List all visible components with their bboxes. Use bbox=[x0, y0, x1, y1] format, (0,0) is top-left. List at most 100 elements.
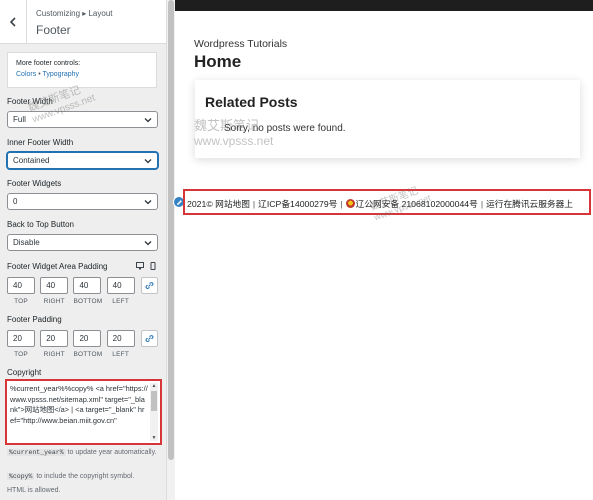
section-title: Footer bbox=[36, 23, 71, 37]
footer-padding-top-caption: TOP bbox=[14, 351, 28, 358]
footer-widgets-label: Footer Widgets bbox=[7, 179, 62, 188]
padding-bottom: 40 BOTTOM bbox=[73, 277, 103, 305]
police-badge-icon bbox=[345, 199, 355, 208]
more-controls-box: More footer controls: Colors • Typograph… bbox=[7, 52, 157, 88]
link-icon bbox=[145, 335, 154, 342]
help-code-copy: %copy% bbox=[7, 473, 35, 480]
section-header: Customizing ▸ Layout Footer bbox=[0, 0, 166, 44]
inner-footer-width-control: Inner Footer Width Contained bbox=[7, 138, 158, 169]
padding-right-input[interactable]: 40 bbox=[40, 277, 69, 294]
copyright-textarea-highlight: %current_year%%copy% <a href="https://ww… bbox=[5, 379, 162, 445]
footer-year: 2021© bbox=[187, 199, 213, 209]
textarea-scrollbar[interactable]: ▲ ▼ bbox=[150, 383, 158, 441]
help-text-current-year: to update year automatically. bbox=[65, 449, 157, 456]
padding-left-caption: LEFT bbox=[112, 298, 129, 305]
footer-copyright-highlight: 2021© 网站地图 | 辽ICP备14000279号 | 辽公网安备 21068102… bbox=[183, 189, 591, 215]
footer-padding-left-caption: LEFT bbox=[112, 351, 129, 358]
chevron-down-icon bbox=[144, 241, 152, 246]
scroll-up-icon[interactable]: ▲ bbox=[150, 383, 158, 389]
more-controls-links: Colors • Typography bbox=[16, 71, 156, 78]
footer-padding-label: Footer Padding bbox=[7, 315, 62, 324]
padding-top-input[interactable]: 40 bbox=[7, 277, 35, 294]
padding-right-caption: RIGHT bbox=[43, 298, 65, 305]
copyright-control: Copyright bbox=[7, 368, 158, 377]
back-to-top-select[interactable]: Disable bbox=[7, 234, 158, 251]
inner-footer-width-select[interactable]: Contained bbox=[7, 152, 158, 169]
footer-padding-right-input[interactable]: 20 bbox=[40, 330, 69, 347]
padding-left: 40 LEFT bbox=[106, 277, 137, 305]
help-current-year: %current_year% to update year automatica… bbox=[7, 448, 162, 458]
copyright-label: Copyright bbox=[7, 368, 42, 377]
footer-padding-right: 20 RIGHT bbox=[40, 330, 70, 358]
chevron-down-icon bbox=[144, 118, 152, 123]
footer-widgets-value: 0 bbox=[13, 197, 18, 206]
footer-padding-bottom-caption: BOTTOM bbox=[73, 351, 103, 358]
customizer-sidebar: Customizing ▸ Layout Footer More footer … bbox=[0, 0, 167, 500]
footer-police-link[interactable]: 辽公网安备 21068102000044号 bbox=[356, 199, 478, 209]
footer-sitemap-link[interactable]: 网站地图 bbox=[215, 199, 250, 209]
preview-topbar bbox=[175, 0, 593, 11]
link-separator: • bbox=[38, 71, 41, 78]
help-copy: %copy% to include the copyright symbol. bbox=[7, 472, 162, 482]
footer-padding-left: 20 LEFT bbox=[106, 330, 137, 358]
back-to-top-label: Back to Top Button bbox=[7, 220, 75, 229]
widget-area-padding-control: Footer Widget Area Padding 40 TOP 40 RIG… bbox=[7, 262, 158, 305]
footer-divider: | bbox=[340, 199, 343, 209]
related-posts-card: Related Posts Sorry, no posts were found… bbox=[195, 80, 580, 158]
desktop-icon[interactable] bbox=[136, 262, 144, 270]
footer-padding-bottom: 20 BOTTOM bbox=[73, 330, 103, 358]
breadcrumb: Customizing ▸ Layout bbox=[36, 9, 113, 18]
padding-bottom-input[interactable]: 40 bbox=[73, 277, 102, 294]
site-title[interactable]: Wordpress Tutorials bbox=[194, 38, 287, 50]
chevron-left-icon bbox=[9, 17, 16, 27]
footer-width-label: Footer Width bbox=[7, 97, 53, 106]
footer-width-value: Full bbox=[13, 115, 26, 124]
footer-copyright: 2021© 网站地图 | 辽ICP备14000279号 | 辽公网安备 21068102… bbox=[187, 197, 573, 210]
back-button[interactable] bbox=[0, 0, 27, 44]
page-title: Home bbox=[194, 52, 242, 71]
footer-widgets-control: Footer Widgets 0 bbox=[7, 179, 158, 210]
scroll-down-icon[interactable]: ▼ bbox=[150, 435, 158, 441]
padding-bottom-caption: BOTTOM bbox=[73, 298, 103, 305]
widget-area-padding-inputs: 40 TOP 40 RIGHT 40 BOTTOM 40 LEFT bbox=[7, 277, 158, 305]
customizer-screen: Customizing ▸ Layout Footer More footer … bbox=[0, 0, 593, 500]
footer-widgets-select[interactable]: 0 bbox=[7, 193, 158, 210]
device-switcher bbox=[136, 262, 156, 270]
footer-padding-left-input[interactable]: 20 bbox=[106, 330, 135, 347]
inner-footer-width-label: Inner Footer Width bbox=[7, 138, 74, 147]
padding-top-caption: TOP bbox=[14, 298, 28, 305]
link-values-button[interactable] bbox=[140, 330, 158, 347]
padding-left-input[interactable]: 40 bbox=[106, 277, 135, 294]
typography-link[interactable]: Typography bbox=[42, 71, 79, 78]
padding-top: 40 TOP bbox=[7, 277, 37, 305]
copyright-textarea[interactable]: %current_year%%copy% <a href="https://ww… bbox=[10, 384, 148, 440]
colors-link[interactable]: Colors bbox=[16, 71, 36, 78]
more-controls-title: More footer controls: bbox=[16, 60, 81, 67]
link-icon bbox=[145, 282, 154, 289]
scroll-thumb[interactable] bbox=[151, 391, 157, 411]
chevron-down-icon bbox=[144, 200, 152, 205]
footer-padding-bottom-input[interactable]: 20 bbox=[73, 330, 102, 347]
footer-padding-control: Footer Padding 20 TOP 20 RIGHT 20 BOTTOM… bbox=[7, 315, 158, 358]
mobile-icon[interactable] bbox=[150, 262, 156, 270]
sidebar-scrollbar[interactable] bbox=[167, 0, 175, 500]
sidebar-scroll-thumb[interactable] bbox=[168, 0, 174, 460]
footer-padding-right-caption: RIGHT bbox=[43, 351, 65, 358]
help-html-allowed: HTML is allowed. bbox=[7, 487, 61, 494]
help-code-current-year: %current_year% bbox=[7, 449, 66, 456]
footer-padding-top-input[interactable]: 20 bbox=[7, 330, 35, 347]
footer-width-select[interactable]: Full bbox=[7, 111, 158, 128]
pencil-icon bbox=[176, 199, 182, 205]
footer-width-control: Footer Width Full bbox=[7, 97, 158, 128]
back-to-top-value: Disable bbox=[13, 238, 40, 247]
footer-icp-link[interactable]: 辽ICP备14000279号 bbox=[258, 199, 337, 209]
back-to-top-control: Back to Top Button Disable bbox=[7, 220, 158, 251]
link-values-button[interactable] bbox=[140, 277, 158, 294]
footer-padding-top: 20 TOP bbox=[7, 330, 37, 358]
chevron-down-icon bbox=[144, 159, 152, 164]
padding-right: 40 RIGHT bbox=[40, 277, 70, 305]
footer-divider: | bbox=[252, 199, 256, 209]
footer-padding-inputs: 20 TOP 20 RIGHT 20 BOTTOM 20 LEFT bbox=[7, 330, 158, 358]
related-posts-message: Sorry, no posts were found. bbox=[224, 123, 346, 134]
related-posts-title: Related Posts bbox=[205, 94, 298, 110]
